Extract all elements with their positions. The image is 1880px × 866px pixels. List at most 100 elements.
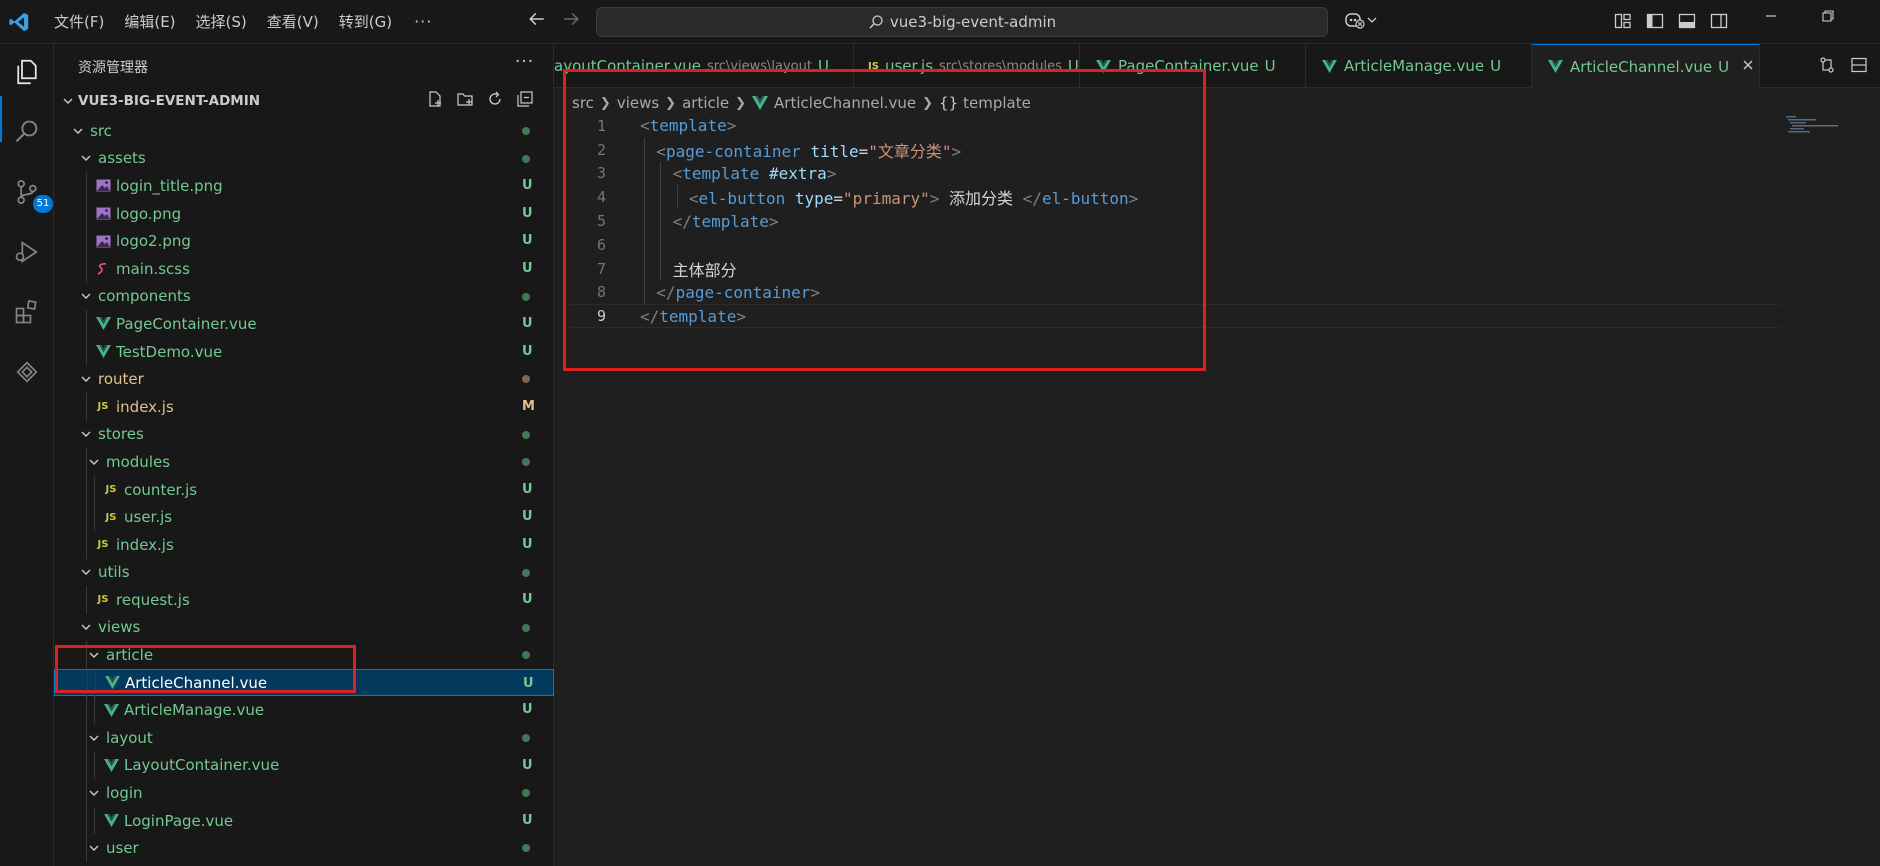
vue-file-icon — [1546, 58, 1564, 76]
tree-file[interactable]: JS user.js U — [54, 503, 554, 531]
git-status-badge: U — [522, 509, 533, 525]
toggle-secondary-sidebar-icon[interactable] — [1710, 12, 1728, 30]
git-status-dot — [522, 154, 530, 163]
tree-item-label: assets — [98, 149, 146, 168]
indent-guide — [94, 475, 95, 504]
tree-folder[interactable]: layout — [54, 724, 554, 752]
tree-item-label: logo2.png — [116, 232, 191, 251]
annotation-box-file — [55, 645, 356, 693]
git-status-dot — [522, 458, 530, 467]
tree-folder[interactable]: modules — [54, 448, 554, 476]
git-status-dot — [522, 623, 530, 632]
editor-tab[interactable]: ArticleManage.vue U — [1306, 44, 1532, 88]
explorer-icon[interactable] — [9, 54, 45, 90]
tree-file[interactable]: login_title.png U — [54, 172, 554, 200]
collapse-all-icon[interactable] — [516, 90, 534, 108]
open-changes-icon[interactable] — [1818, 56, 1836, 74]
tree-folder[interactable]: user — [54, 834, 554, 863]
tree-file[interactable]: JS counter.js U — [54, 475, 554, 504]
tree-file[interactable]: LayoutContainer.vue U — [54, 751, 554, 780]
refresh-icon[interactable] — [486, 90, 504, 108]
toggle-primary-sidebar-icon[interactable] — [1646, 12, 1664, 30]
js-file-icon: JS — [97, 401, 109, 413]
indent-guide — [94, 503, 95, 531]
close-icon[interactable] — [1741, 57, 1755, 76]
toggle-panel-icon[interactable] — [1678, 12, 1696, 30]
chevron-down-icon — [62, 92, 74, 111]
tree-folder[interactable]: router — [54, 365, 554, 393]
restore-icon[interactable] — [1820, 8, 1836, 29]
menu-selection[interactable]: 选择(S) — [186, 7, 257, 37]
split-editor-icon[interactable] — [1850, 56, 1868, 74]
customize-layout-icon[interactable] — [1614, 12, 1632, 30]
sidebar-title: 资源管理器 — [78, 60, 148, 76]
new-file-icon[interactable] — [426, 90, 444, 108]
git-status-badge: U — [522, 757, 533, 773]
tree-item-label: utils — [98, 563, 130, 582]
new-folder-icon[interactable] — [456, 90, 474, 108]
editor-tab[interactable]: ArticleChannel.vue U — [1532, 44, 1760, 88]
vscode-logo-icon — [4, 7, 34, 37]
menu-go[interactable]: 转到(G) — [329, 7, 402, 37]
menu-view[interactable]: 查看(V) — [257, 7, 329, 37]
tree-folder[interactable]: stores — [54, 421, 554, 449]
tree-item-label: index.js — [116, 535, 174, 554]
tree-item-label: LoginPage.vue — [124, 811, 234, 830]
command-center-search[interactable]: vue3-big-event-admin — [596, 7, 1328, 37]
tree-folder[interactable]: utils — [54, 559, 554, 587]
tree-file[interactable]: JS index.js U — [54, 530, 554, 559]
tree-folder[interactable]: login — [54, 779, 554, 807]
tree-folder[interactable]: components — [54, 283, 554, 311]
nav-forward-icon[interactable] — [562, 10, 580, 33]
copilot-icon — [1345, 13, 1365, 29]
git-status-badge: U — [523, 675, 534, 691]
tree-file[interactable]: LoginPage.vue U — [54, 806, 554, 835]
tree-folder[interactable]: views — [54, 614, 554, 642]
tree-file[interactable]: logo2.png U — [54, 227, 554, 255]
sidebar-more-button[interactable]: ··· — [515, 52, 534, 72]
minimize-icon[interactable] — [1763, 8, 1779, 29]
tree-file[interactable]: JS request.js U — [54, 586, 554, 614]
tree-item-label: request.js — [116, 590, 190, 609]
tree-item-label: LayoutContainer.vue — [124, 756, 280, 775]
tree-file[interactable]: TestDemo.vue U — [54, 337, 554, 366]
layout-controls — [1614, 12, 1728, 30]
vue-file-icon — [94, 343, 112, 361]
js-file-icon: JS — [97, 539, 109, 551]
nav-back-icon[interactable] — [528, 10, 546, 33]
tab-status: U — [1264, 57, 1276, 75]
tree-folder[interactable]: assets — [54, 145, 554, 173]
project-name: VUE3-BIG-EVENT-ADMIN — [78, 93, 261, 109]
run-debug-icon[interactable] — [9, 234, 45, 270]
tree-item-label: login — [106, 784, 143, 803]
chevron-down-icon — [78, 564, 94, 580]
tree-folder[interactable]: src — [54, 117, 554, 145]
chevron-down-icon — [86, 730, 102, 746]
menu-more-button[interactable]: ··· — [402, 12, 444, 31]
chevron-down-icon — [78, 426, 94, 442]
minimap[interactable] — [1784, 114, 1844, 134]
source-control-icon[interactable]: 51 — [9, 174, 53, 213]
tree-file[interactable]: main.scss U — [54, 254, 554, 283]
menu-edit[interactable]: 编辑(E) — [114, 7, 185, 37]
tree-item-label: user — [106, 839, 139, 858]
tree-file[interactable]: logo.png U — [54, 199, 554, 228]
indent-guide — [94, 751, 95, 780]
copilot-button[interactable] — [1344, 10, 1378, 30]
indent-guide — [86, 586, 87, 614]
extensions-icon[interactable] — [9, 294, 45, 330]
tree-file[interactable]: PageContainer.vue U — [54, 310, 554, 338]
search-icon — [869, 15, 883, 29]
git-status-badge: U — [522, 702, 533, 718]
search-icon[interactable] — [9, 114, 45, 150]
git-status-dot — [522, 127, 530, 135]
image-file-icon — [94, 177, 112, 195]
menu-file[interactable]: 文件(F) — [44, 7, 114, 37]
project-header[interactable]: VUE3-BIG-EVENT-ADMIN — [54, 88, 554, 114]
tree-item-label: ArticleManage.vue — [124, 701, 265, 720]
remote-explorer-icon[interactable] — [9, 354, 45, 390]
git-status-badge: U — [522, 316, 533, 332]
git-status-dot — [522, 375, 530, 384]
tree-file[interactable]: JS index.js M — [54, 392, 554, 421]
tree-file[interactable]: ArticleManage.vue U — [54, 696, 554, 725]
